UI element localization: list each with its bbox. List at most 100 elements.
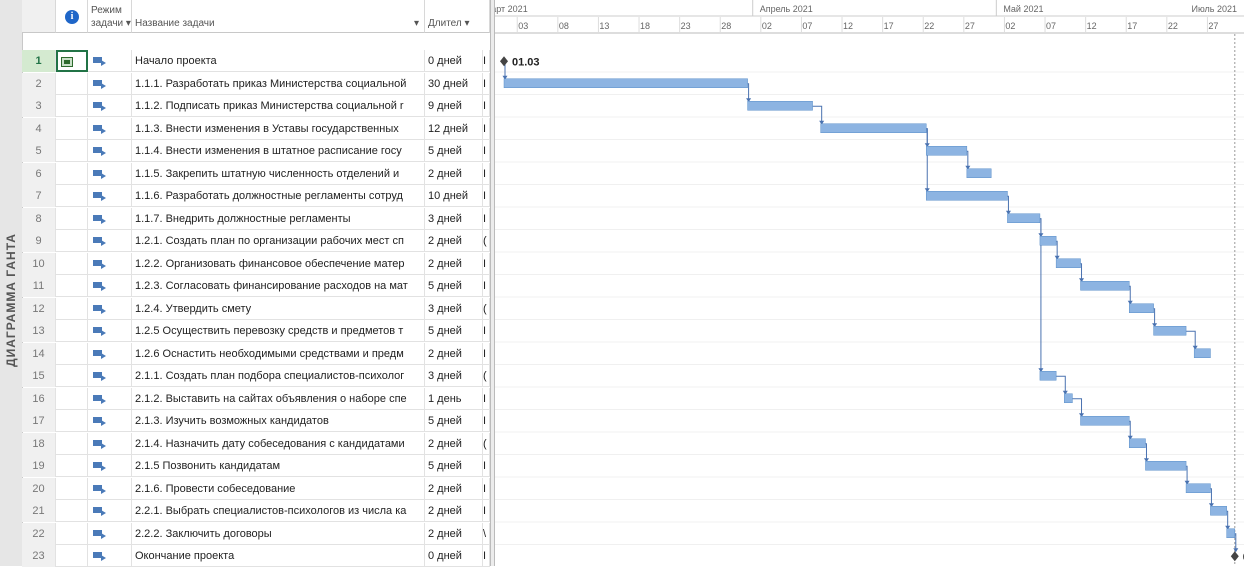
indicator-cell[interactable] <box>56 477 88 500</box>
task-name-cell[interactable]: 1.2.3. Согласовать финансирование расход… <box>132 275 425 297</box>
task-name-cell[interactable]: 1.1.3. Внести изменения в Уставы государ… <box>132 117 425 140</box>
task-bar[interactable] <box>966 168 992 178</box>
task-mode-cell[interactable] <box>88 455 132 477</box>
task-mode-cell[interactable] <box>88 50 132 72</box>
row-number[interactable]: 18 <box>22 432 56 455</box>
task-row[interactable]: 1 Начало проекта 0 дней I <box>22 50 490 72</box>
duration-cell[interactable]: 3 дней <box>425 365 483 387</box>
task-row[interactable]: 4 1.1.3. Внести изменения в Уставы госуда… <box>22 117 490 140</box>
task-row[interactable]: 16 2.1.2. Выставить на сайтах объявления … <box>22 387 490 410</box>
row-number[interactable]: 23 <box>22 545 56 567</box>
task-mode-cell[interactable] <box>88 320 132 342</box>
task-row[interactable]: 3 1.1.2. Подписать приказ Министерства со… <box>22 95 490 117</box>
task-mode-cell[interactable] <box>88 207 132 230</box>
task-bar[interactable] <box>1193 348 1211 358</box>
duration-cell[interactable]: 5 дней <box>425 140 483 162</box>
task-row[interactable]: 23 Окончание проекта 0 дней I <box>22 545 490 567</box>
task-mode-cell[interactable] <box>88 95 132 117</box>
duration-cell[interactable]: 0 дней <box>425 545 483 567</box>
task-mode-cell[interactable] <box>88 500 132 522</box>
task-bar[interactable] <box>1007 213 1041 223</box>
row-number[interactable]: 21 <box>22 500 56 522</box>
indicator-cell[interactable] <box>56 117 88 140</box>
task-name-cell[interactable]: 2.1.4. Назначить дату собеседования с ка… <box>132 432 425 455</box>
indicator-cell[interactable] <box>56 185 88 207</box>
select-all-corner[interactable] <box>22 0 56 33</box>
task-name-cell[interactable]: Начало проекта <box>132 50 425 72</box>
task-row[interactable]: 12 1.2.4. Утвердить смету 3 дней( <box>22 297 490 320</box>
task-row[interactable]: 6 1.1.5. Закрепить штатную численность от… <box>22 162 490 185</box>
indicator-cell[interactable] <box>56 297 88 320</box>
duration-cell[interactable]: 0 дней <box>425 50 483 72</box>
task-row[interactable]: 8 1.1.7. Внедрить должностные регламенты 3… <box>22 207 490 230</box>
task-bar[interactable] <box>1064 393 1073 403</box>
duration-column-header[interactable]: Длител ▾ <box>425 0 490 33</box>
task-bar[interactable] <box>1039 236 1057 246</box>
indicator-cell[interactable] <box>56 72 88 95</box>
row-number[interactable]: 7 <box>22 185 56 207</box>
duration-cell[interactable]: 1 день <box>425 387 483 410</box>
task-bar[interactable] <box>925 191 1008 201</box>
task-name-cell[interactable]: 1.2.5 Осуществить перевозку средств и пр… <box>132 320 425 342</box>
task-name-cell[interactable]: 1.1.6. Разработать должностные регламент… <box>132 185 425 207</box>
indicator-cell[interactable] <box>56 387 88 410</box>
row-number[interactable]: 20 <box>22 477 56 500</box>
indicator-cell[interactable] <box>56 455 88 477</box>
indicator-cell[interactable] <box>56 140 88 162</box>
task-bar[interactable] <box>1128 438 1146 448</box>
indicator-cell[interactable] <box>56 545 88 567</box>
task-mode-cell[interactable] <box>88 545 132 567</box>
indicator-cell[interactable] <box>56 162 88 185</box>
row-number[interactable]: 12 <box>22 297 56 320</box>
task-name-cell[interactable]: 2.2.2. Заключить договоры <box>132 522 425 545</box>
task-bar[interactable] <box>503 78 748 88</box>
duration-cell[interactable]: 5 дней <box>425 455 483 477</box>
duration-cell[interactable]: 2 дней <box>425 230 483 252</box>
task-mode-cell[interactable] <box>88 477 132 500</box>
task-name-cell[interactable]: 2.1.3. Изучить возможных кандидатов <box>132 410 425 432</box>
task-bar[interactable] <box>925 146 968 156</box>
row-number[interactable]: 4 <box>22 117 56 140</box>
task-name-cell[interactable]: 1.1.2. Подписать приказ Министерства соц… <box>132 95 425 117</box>
task-bar[interactable] <box>1153 326 1187 336</box>
task-name-cell[interactable]: 1.1.1. Разработать приказ Министерства с… <box>132 72 425 95</box>
duration-cell[interactable]: 5 дней <box>425 320 483 342</box>
indicator-cell[interactable] <box>56 432 88 455</box>
task-bar[interactable] <box>1080 416 1130 426</box>
task-bar[interactable] <box>1128 303 1154 313</box>
task-name-cell[interactable]: 1.2.4. Утвердить смету <box>132 297 425 320</box>
task-mode-column-header[interactable]: Режим задачи ▾ <box>88 0 132 33</box>
filter-dropdown-icon[interactable]: ▾ <box>414 18 419 29</box>
task-name-cell[interactable]: 2.1.5 Позвонить кандидатам <box>132 455 425 477</box>
task-name-cell[interactable]: 1.2.6 Оснастить необходимыми средствами … <box>132 342 425 365</box>
row-number[interactable]: 2 <box>22 72 56 95</box>
row-number[interactable]: 14 <box>22 342 56 365</box>
indicator-cell[interactable] <box>56 320 88 342</box>
row-number[interactable]: 13 <box>22 320 56 342</box>
task-row[interactable]: 19 2.1.5 Позвонить кандидатам 5 дней I <box>22 455 490 477</box>
task-row[interactable]: 17 2.1.3. Изучить возможных кандидатов 5 д… <box>22 410 490 432</box>
duration-cell[interactable]: 2 дней <box>425 252 483 275</box>
row-number[interactable]: 8 <box>22 207 56 230</box>
task-bar[interactable] <box>747 101 813 111</box>
task-row[interactable]: 2 1.1.1. Разработать приказ Министерства … <box>22 72 490 95</box>
duration-cell[interactable]: 5 дней <box>425 410 483 432</box>
duration-cell[interactable]: 30 дней <box>425 72 483 95</box>
task-name-cell[interactable]: 2.1.1. Создать план подбора специалистов… <box>132 365 425 387</box>
row-number[interactable]: 17 <box>22 410 56 432</box>
task-bar[interactable] <box>1145 461 1187 471</box>
indicator-cell[interactable] <box>56 230 88 252</box>
task-mode-cell[interactable] <box>88 432 132 455</box>
task-bar[interactable] <box>1039 371 1057 381</box>
task-mode-cell[interactable] <box>88 72 132 95</box>
task-name-column-header[interactable]: Название задачи ▾ <box>132 0 425 33</box>
duration-cell[interactable]: 10 дней <box>425 185 483 207</box>
task-bar[interactable] <box>1185 483 1211 493</box>
task-row[interactable]: 7 1.1.6. Разработать должностные регламен… <box>22 185 490 207</box>
task-bar[interactable] <box>1226 528 1236 538</box>
indicator-cell[interactable] <box>56 342 88 365</box>
task-name-cell[interactable]: 1.2.1. Создать план по организации рабоч… <box>132 230 425 252</box>
row-number[interactable]: 1 <box>22 50 56 72</box>
row-number[interactable]: 6 <box>22 162 56 185</box>
task-mode-cell[interactable] <box>88 162 132 185</box>
